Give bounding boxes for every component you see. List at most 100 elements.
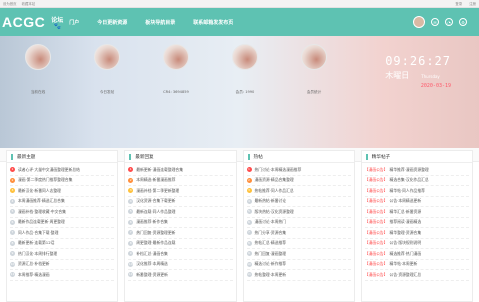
list-item[interactable]: 6 最新作品连载更新·周更整理 (10, 218, 115, 228)
user-name: 今日发帖 (99, 90, 115, 94)
nav-item-boards[interactable]: 板块导航目录 (145, 19, 175, 26)
item-title: 本周漫画推荐·精选汇总合集 (18, 198, 65, 204)
item-title: 最新连载·同人作品整理 (136, 208, 176, 214)
rank-badge: 5 (10, 209, 15, 215)
list-item[interactable]: 【漫画公告】 精华推荐·漫画资源整理 (364, 165, 469, 176)
list-item[interactable]: 10 汉化推荐·本周精选 (128, 260, 233, 270)
list-item[interactable]: 【漫画公告】 公告·版块规则说明 (364, 239, 469, 249)
list-item[interactable]: 9 热门汉化·本周排行整理 (10, 249, 115, 260)
rank-badge: 10 (246, 261, 252, 267)
item-title: 精华帖·同人作品推荐 (389, 187, 425, 193)
list-item[interactable]: 7 同人作品·合集下载·整理 (10, 228, 115, 239)
column-latest-topics: 最新主题 1 读者心评·大量中文漫画整理更新总结 2 漫画·第二季度热门推荐整理合集… (6, 150, 119, 302)
list-item[interactable]: 10 资源汇总·补档更新 (10, 260, 115, 270)
rank-badge: 6 (128, 219, 134, 225)
list-item[interactable]: 11 新番整理·资源更新 (128, 270, 233, 281)
rank-badge: 10 (128, 261, 134, 267)
item-title: 精选推荐·热门漫画 (389, 250, 422, 256)
list-item[interactable]: 9 补档汇总·漫画合集 (128, 249, 233, 260)
rank-badge: 10 (10, 261, 15, 267)
list-item[interactable]: 【漫画公告】 推荐阅读·漫画精选 (364, 218, 469, 228)
user-name: 会员统计 (306, 90, 322, 94)
hero-banner: 当前在线 今日发帖 CR4: 3694859 会员: 1990 会员统计 09:… (0, 36, 479, 148)
bookmark-link[interactable]: 收藏本站 (22, 2, 36, 6)
list-item[interactable]: 10 精选讨论·新作推荐 (246, 260, 351, 270)
featured-users: 当前在线 今日发帖 CR4: 3694859 会员: 1990 会员统计 (6, 44, 346, 95)
set-home-link[interactable]: 设为首页 (3, 2, 17, 6)
settings-icon[interactable]: ⚙ (459, 18, 467, 26)
nav-item-today[interactable]: 今日更新资源 (97, 19, 127, 26)
list-item[interactable]: 2 漫画资源·精品合集整理 (246, 176, 351, 186)
list-item[interactable]: 8 热帖汇总·精选推荐 (246, 239, 351, 249)
list-item[interactable]: 8 周更整理·最新作品连载 (128, 239, 233, 249)
mail-icon[interactable]: ✉ (431, 18, 439, 26)
nav-item-contact[interactable]: 联系邮箱发发布页 (193, 19, 233, 26)
list-item[interactable]: 1 读者心评·大量中文漫画整理更新总结 (10, 165, 115, 176)
list-item[interactable]: 2 漫画·第二季度热门推荐整理合集 (10, 176, 115, 186)
list-item[interactable]: 5 最新连载·同人作品整理 (128, 207, 233, 218)
rank-badge: 2 (128, 177, 134, 183)
list-item[interactable]: 【漫画公告】 精华帖·同人作品推荐 (364, 186, 469, 197)
list-item[interactable]: 【漫画公告】 精华帖·本周更新 (364, 260, 469, 270)
item-title: 补档汇总·漫画合集 (136, 250, 168, 256)
column-hot-posts: 热帖 1 热门讨论·本周精选漫画推荐 2 漫画资源·精品合集整理 3 热帖推荐·同人作… (242, 150, 355, 302)
login-link[interactable]: 登录 (455, 2, 462, 6)
list-item[interactable]: 3 热帖推荐·同人作品汇总 (246, 186, 351, 197)
paw-icon: 🐾 (53, 22, 61, 30)
list-item[interactable]: 11 本周推荐·精选漫画 (10, 270, 115, 281)
user-photo (25, 44, 51, 70)
list-item[interactable]: 9 热门回复·漫画整理 (246, 249, 351, 260)
nav-item-portal[interactable]: 门户 (69, 19, 79, 26)
item-title: 热门回复·资源整理更新 (136, 229, 176, 235)
column-title: 精华帖子 (371, 154, 391, 160)
list-item[interactable]: 7 热门分享·资源合集 (246, 228, 351, 239)
rank-badge: 5 (128, 209, 134, 215)
rank-badge: 5 (246, 209, 252, 215)
list-item[interactable]: 【漫画公告】 公告·本周精选更新 (364, 197, 469, 207)
list-item[interactable]: 1 热门讨论·本周精选漫画推荐 (246, 165, 351, 176)
list-item[interactable]: 4 汉化资源·合集下载更新 (128, 197, 233, 207)
site-logo[interactable]: ACGC (2, 14, 45, 30)
list-item[interactable]: 4 最新热帖·新番讨论 (246, 197, 351, 207)
list-item[interactable]: 【漫画公告】 精华整理·资源合集 (364, 228, 469, 239)
list-item[interactable]: 【漫画公告】 公告·资源整理汇总 (364, 270, 469, 281)
list-item[interactable]: 11 热帖整理·本周更新 (246, 270, 351, 281)
featured-user[interactable]: CR4: 3694859 (144, 44, 208, 95)
accent-bar (247, 153, 250, 160)
clock-day: 木曜日 (385, 71, 410, 80)
item-title: 精华整理·资源合集 (389, 229, 422, 235)
rank-badge: 2 (10, 177, 15, 183)
list-item[interactable]: 1 最新更新·漫画连载整理合集 (128, 165, 233, 176)
list-item[interactable]: 6 漫画讨论·本周热门 (246, 218, 351, 228)
list-item[interactable]: 3 最新汉化·新番同人志整理 (10, 186, 115, 197)
list-item[interactable]: 8 最新更新·连载第12话 (10, 239, 115, 249)
main-nav: ACGC 论坛 🐾 门户 今日更新资源 板块导航目录 联系邮箱发发布页 ✉ ◔ … (0, 8, 479, 36)
list-item[interactable]: 【漫画公告】 精选合集·汉化作品汇总 (364, 176, 469, 186)
item-title: 精华推荐·漫画资源整理 (389, 166, 429, 172)
list-item[interactable]: 【漫画公告】 精华汇总·新番资源 (364, 207, 469, 218)
featured-user[interactable]: 会员: 1990 (213, 44, 277, 95)
list-item[interactable]: 2 本周精选·新番漫画推荐 (128, 176, 233, 186)
rank-badge: 1 (128, 167, 134, 173)
list-item[interactable]: 【漫画公告】 精选推荐·热门漫画 (364, 249, 469, 260)
notice-tag: 【漫画公告】 (364, 198, 388, 204)
list-item[interactable]: 3 漫画补档·第二季更新整理 (128, 186, 233, 197)
featured-user[interactable]: 会员统计 (282, 44, 346, 95)
bell-icon[interactable]: ◔ (445, 18, 453, 26)
list-item[interactable]: 5 漫画补档·整理收藏·中文合集 (10, 207, 115, 218)
rank-badge: 7 (246, 230, 252, 236)
register-link[interactable]: 注册 (469, 2, 476, 6)
featured-user[interactable]: 今日发帖 (75, 44, 139, 95)
item-title: 热帖整理·本周更新 (254, 271, 287, 277)
list-item[interactable]: 5 版块热帖·汉化资源整理 (246, 207, 351, 218)
accent-bar (129, 153, 132, 160)
accent-bar (365, 153, 368, 160)
featured-user[interactable]: 当前在线 (6, 44, 70, 95)
item-title: 汉化推荐·本周精选 (136, 261, 168, 267)
item-title: 公告·本周精选更新 (389, 198, 422, 204)
list-item[interactable]: 6 漫画推荐·新作合集 (128, 218, 233, 228)
list-item[interactable]: 7 热门回复·资源整理更新 (128, 228, 233, 239)
item-title: 推荐阅读·漫画精选 (389, 219, 422, 225)
list-item[interactable]: 4 本周漫画推荐·精选汇总合集 (10, 197, 115, 207)
user-avatar[interactable] (413, 16, 425, 28)
